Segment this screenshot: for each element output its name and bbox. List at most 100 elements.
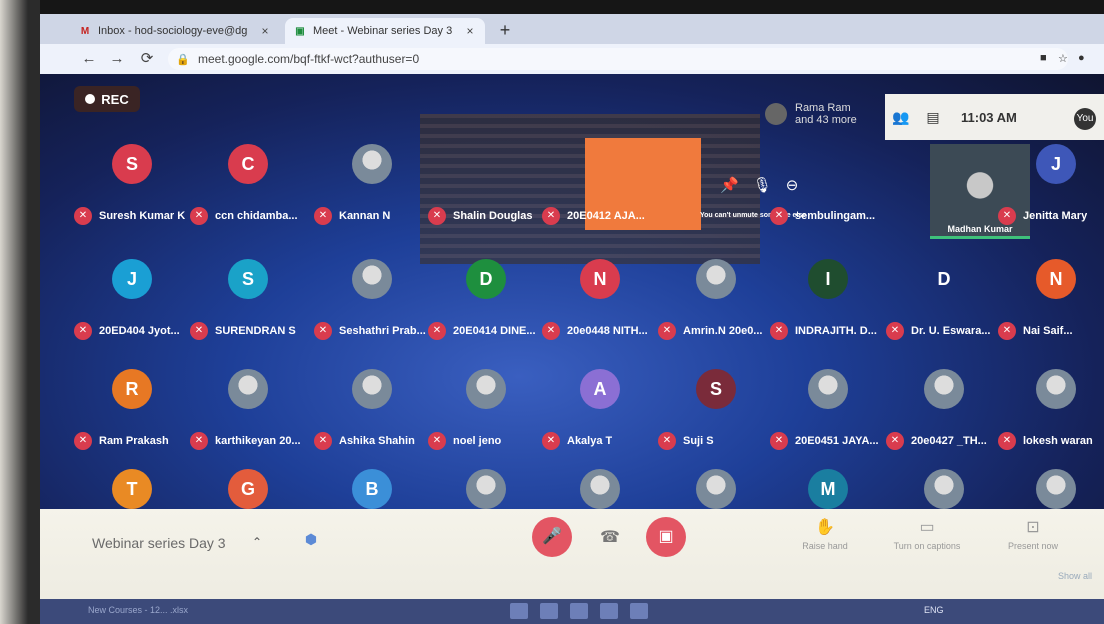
- tab-inbox[interactable]: M Inbox - hod-sociology-eve@dg ×: [70, 18, 280, 44]
- participant-name: 20E0412 AJA...: [567, 210, 645, 222]
- captions-button[interactable]: ▭ Turn on captions: [882, 517, 972, 551]
- avatar: [1036, 369, 1076, 409]
- participant-tile[interactable]: A ✕ Akalya T: [542, 359, 656, 459]
- participant-name-row: ✕ sembulingam...: [770, 206, 892, 226]
- participant-tile[interactable]: ✕ Kannan N: [314, 134, 428, 234]
- participant-tile[interactable]: ✕ Shalin Douglas: [428, 134, 542, 234]
- participant-tile[interactable]: N ✕ 20e0448 NITH...: [542, 249, 656, 349]
- participant-name-row: ✕ SURENDRAN S: [190, 321, 312, 341]
- participant-tile[interactable]: S ✕ SURENDRAN S: [190, 249, 304, 349]
- camera-off-button[interactable]: ▣: [646, 517, 686, 557]
- muted-mic-icon: ✕: [314, 207, 332, 225]
- participant-name: Dr. U. Eswara...: [911, 325, 991, 337]
- muted-mic-icon: ✕: [770, 207, 788, 225]
- hang-up-icon[interactable]: ☎: [600, 527, 620, 547]
- url-field[interactable]: 🔒 meet.google.com/bqf-ftkf-wct?authuser=…: [168, 48, 1068, 70]
- participant-tile[interactable]: J ✕ Jenitta Mary: [998, 134, 1104, 234]
- muted-mic-icon: ✕: [314, 432, 332, 450]
- forward-icon[interactable]: →: [106, 49, 128, 69]
- participant-tile[interactable]: ✕ 20E0451 JAYA...: [770, 359, 884, 459]
- participant-tile[interactable]: [658, 134, 772, 234]
- camera-permission-icon[interactable]: ■: [1040, 52, 1047, 64]
- participant-tile[interactable]: ✕ Seshathri Prab...: [314, 249, 428, 349]
- participant-tile[interactable]: ✕ Ashika Shahin: [314, 359, 428, 459]
- present-now-button[interactable]: ⊡ Present now: [988, 517, 1078, 551]
- recording-label: REC: [101, 91, 129, 107]
- participant-tile[interactable]: [886, 134, 1000, 234]
- chevron-up-icon[interactable]: ⌃: [252, 535, 262, 549]
- participant-name: Suji S: [683, 435, 714, 447]
- taskbar-app-icon[interactable]: [570, 603, 588, 619]
- new-tab-button[interactable]: +: [495, 20, 515, 40]
- avatar: G: [228, 469, 268, 509]
- present-label: Present now: [1007, 541, 1059, 551]
- participant-tile[interactable]: S ✕ Suresh Kumar K: [74, 134, 188, 234]
- close-icon[interactable]: ×: [258, 24, 272, 38]
- close-icon[interactable]: ×: [463, 24, 477, 38]
- participant-tile[interactable]: C ✕ ccn chidamba...: [190, 134, 304, 234]
- raise-hand-button[interactable]: ✋ Raise hand: [780, 517, 870, 551]
- participant-name: INDRAJITH. D...: [795, 325, 877, 337]
- people-icon[interactable]: 👥: [885, 109, 917, 126]
- profile-icon[interactable]: ●: [1078, 52, 1085, 64]
- taskbar-app-icon[interactable]: [600, 603, 618, 619]
- avatar: [352, 369, 392, 409]
- participant-tile[interactable]: N ✕ Nai Saif...: [998, 249, 1104, 349]
- muted-mic-icon: ✕: [886, 432, 904, 450]
- reload-icon[interactable]: ⟳: [136, 49, 158, 69]
- participant-name-row: ✕ Dr. U. Eswara...: [886, 321, 1008, 341]
- participant-tile[interactable]: ✕ noel jeno: [428, 359, 542, 459]
- participant-tile[interactable]: ✕ karthikeyan 20...: [190, 359, 304, 459]
- participant-name: 20e0427 _TH...: [911, 435, 987, 447]
- mic-off-button[interactable]: 🎤: [532, 517, 572, 557]
- meeting-title[interactable]: Webinar series Day 3: [92, 535, 226, 551]
- browser-tab-bar: M Inbox - hod-sociology-eve@dg × ▣ Meet …: [40, 14, 1104, 44]
- muted-mic-icon: ✕: [658, 322, 676, 340]
- shield-icon[interactable]: ⬢: [302, 531, 320, 551]
- lock-icon: 🔒: [176, 53, 190, 66]
- avatar: N: [580, 259, 620, 299]
- participant-name-row: ✕ lokesh waran: [998, 431, 1104, 451]
- others-count: and 43 more: [795, 114, 857, 126]
- avatar: C: [228, 144, 268, 184]
- participant-tile[interactable]: D ✕ Dr. U. Eswara...: [886, 249, 1000, 349]
- muted-mic-icon: ✕: [74, 207, 92, 225]
- participant-tile[interactable]: I ✕ INDRAJITH. D...: [770, 249, 884, 349]
- muted-mic-icon: ✕: [542, 207, 560, 225]
- show-all-link[interactable]: Show all: [1058, 571, 1092, 581]
- participant-tile[interactable]: ✕ sembulingam...: [770, 134, 884, 234]
- download-item[interactable]: New Courses - 12... .xlsx: [88, 605, 188, 615]
- participant-name: 20e0448 NITH...: [567, 325, 648, 337]
- participant-name-row: ✕ 20E0451 JAYA...: [770, 431, 892, 451]
- participant-name-row: ✕ Seshathri Prab...: [314, 321, 436, 341]
- avatar: [696, 469, 736, 509]
- tab-meet[interactable]: ▣ Meet - Webinar series Day 3 ×: [285, 18, 485, 44]
- chat-icon[interactable]: ▤: [917, 109, 949, 126]
- avatar: R: [112, 369, 152, 409]
- back-icon[interactable]: ←: [78, 49, 100, 69]
- bookmark-star-icon[interactable]: ☆: [1058, 52, 1068, 65]
- taskbar-app-icon[interactable]: [540, 603, 558, 619]
- monitor-top-bezel: [40, 0, 1104, 14]
- participant-name-row: ✕ 20ED404 Jyot...: [74, 321, 196, 341]
- tab-label: Meet - Webinar series Day 3: [313, 25, 453, 37]
- muted-mic-icon: ✕: [542, 432, 560, 450]
- participant-tile[interactable]: ✕ Amrin.N 20e0...: [658, 249, 772, 349]
- avatar: A: [580, 369, 620, 409]
- taskbar-app-icon[interactable]: [630, 603, 648, 619]
- avatar: S: [696, 369, 736, 409]
- participant-tile[interactable]: D ✕ 20E0414 DINE...: [428, 249, 542, 349]
- raise-hand-label: Raise hand: [802, 541, 848, 551]
- participant-tile[interactable]: J ✕ 20ED404 Jyot...: [74, 249, 188, 349]
- windows-taskbar: New Courses - 12... .xlsx ENG: [40, 599, 1104, 624]
- participant-tile[interactable]: R ✕ Ram Prakash: [74, 359, 188, 459]
- avatar: [765, 103, 787, 125]
- participant-tile[interactable]: ✕ 20e0427 _TH...: [886, 359, 1000, 459]
- participant-tile[interactable]: ✕ 20E0412 AJA...: [542, 134, 656, 234]
- avatar: J: [1036, 144, 1076, 184]
- participant-tile[interactable]: ✕ lokesh waran: [998, 359, 1104, 459]
- participant-tile[interactable]: S ✕ Suji S: [658, 359, 772, 459]
- taskbar-app-icon[interactable]: [510, 603, 528, 619]
- participant-name-row: ✕ 20e0448 NITH...: [542, 321, 664, 341]
- self-avatar[interactable]: You: [1074, 108, 1096, 130]
